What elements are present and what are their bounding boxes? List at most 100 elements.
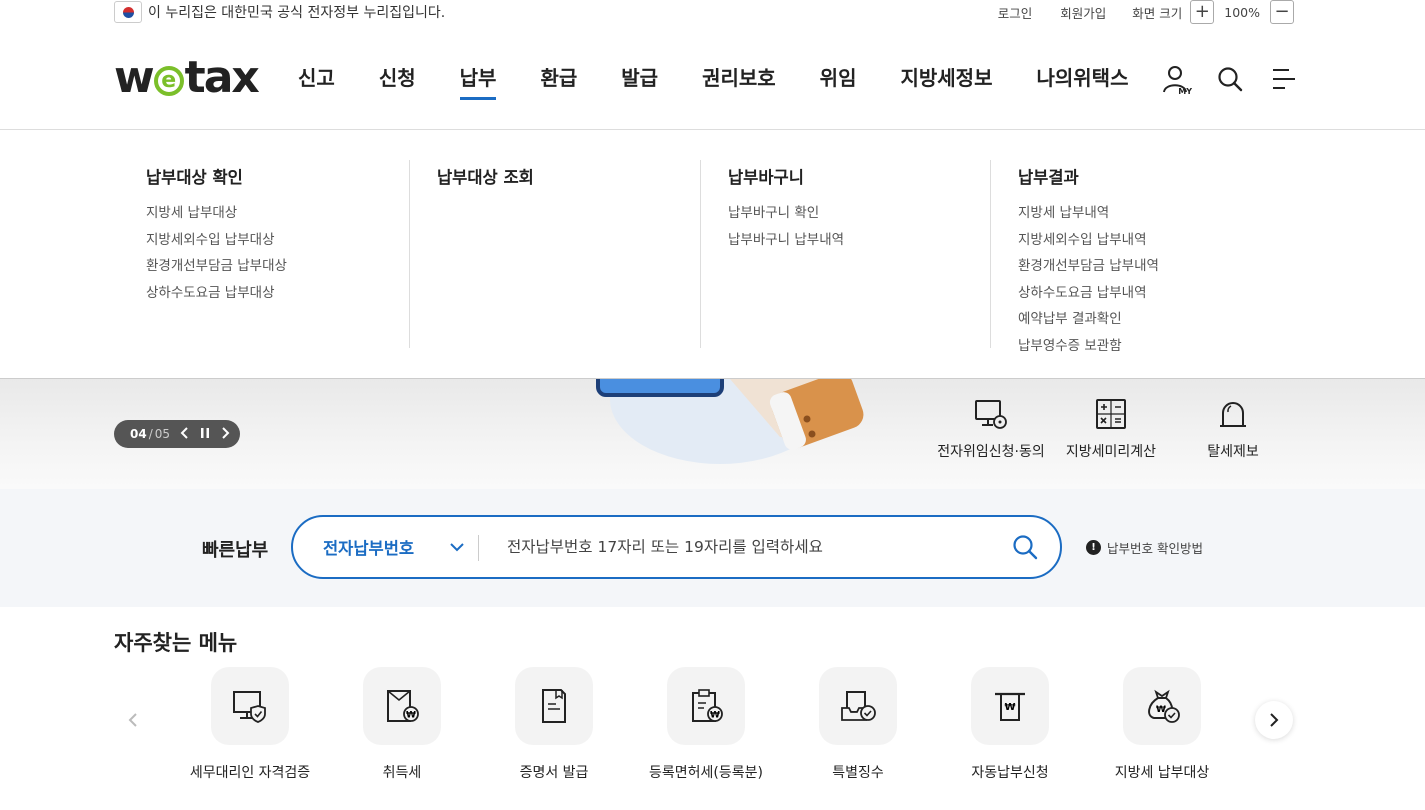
clipboard-won-icon: ₩ (667, 667, 745, 745)
nav-refund[interactable]: 환급 (540, 62, 577, 100)
envelope-won-icon: ₩ (363, 667, 441, 745)
document-icon (515, 667, 593, 745)
freq-item-auto-payment[interactable]: ₩ 자동납부신청 (934, 667, 1086, 782)
my-tag: MY (1178, 87, 1192, 96)
payment-type-value: 전자납부번호 (323, 539, 415, 558)
menu-item[interactable]: 지방세외수입 납부내역 (1018, 227, 1159, 254)
prev-slide-icon[interactable] (180, 426, 190, 442)
header-icons: MY (1160, 62, 1300, 96)
gov-notice: 이 누리집은 대한민국 공식 전자정부 누리집입니다. (114, 0, 445, 24)
fast-payment-box: 전자납부번호 (291, 515, 1062, 579)
nav-delegation[interactable]: 위임 (820, 62, 857, 100)
nav-apply[interactable]: 신청 (379, 62, 416, 100)
menu-item[interactable]: 상하수도요금 납부내역 (1018, 280, 1159, 307)
info-icon: ! (1086, 540, 1101, 555)
fast-payment-section: 빠른납부 전자납부번호 ! 납부번호 확인방법 (0, 489, 1425, 607)
hero-banner: 04 / 05 전자위임신청·동의 지방세미리계산 탈세제보 (0, 379, 1425, 489)
utility-bar: 이 누리집은 대한민국 공식 전자정부 누리집입니다. 로그인 회원가입 화면 … (0, 0, 1425, 26)
logo-text-tax: tax (184, 52, 260, 103)
menu-col-title[interactable]: 납부결과 (1018, 164, 1159, 188)
hero-illustration (596, 379, 864, 464)
signup-link[interactable]: 회원가입 (1060, 3, 1106, 22)
svg-text:₩: ₩ (1004, 702, 1015, 713)
payment-number-input[interactable] (479, 538, 990, 556)
header: w e tax 신고 신청 납부 환급 발급 권리보호 위임 지방세정보 나의위택스… (0, 26, 1425, 130)
menu-item[interactable]: 납부바구니 확인 (728, 200, 844, 227)
freq-item-acquisition-tax[interactable]: ₩ 취득세 (326, 667, 478, 782)
freq-item-registration-tax[interactable]: ₩ 등록면허세(등록분) (630, 667, 782, 782)
zoom-in-button[interactable]: + (1190, 0, 1215, 24)
menu-col-title[interactable]: 납부대상 조회 (437, 164, 534, 188)
menu-icon[interactable] (1268, 62, 1300, 96)
nav-rights[interactable]: 권리보호 (702, 62, 776, 100)
next-slide-icon[interactable] (220, 426, 230, 442)
freq-item-local-tax-targets[interactable]: ₩ 지방세 납부대상 (1086, 667, 1238, 782)
help-link-label: 납부번호 확인방법 (1107, 541, 1203, 556)
menu-item[interactable]: 지방세 납부내역 (1018, 200, 1159, 227)
chevron-down-icon (449, 537, 465, 556)
nav-local-tax-info[interactable]: 지방세정보 (900, 62, 992, 100)
nav-report[interactable]: 신고 (298, 62, 335, 100)
main-nav: 신고 신청 납부 환급 발급 권리보호 위임 지방세정보 나의위택스 (298, 62, 1128, 100)
freq-item-special-collection[interactable]: 특별징수 (782, 667, 934, 782)
banner-pager: 04 / 05 (114, 420, 240, 448)
menu-divider (990, 160, 991, 348)
freq-item-label: 증명서 발급 (519, 765, 589, 781)
freq-item-label: 취득세 (382, 765, 422, 781)
quick-link-label: 탈세제보 (1207, 444, 1259, 460)
login-link[interactable]: 로그인 (998, 3, 1033, 22)
siren-icon (1220, 402, 1246, 427)
quick-link-tax-evasion-report[interactable]: 탈세제보 (1174, 397, 1292, 461)
menu-item[interactable]: 지방세 납부대상 (146, 200, 287, 227)
freq-item-label: 세무대리인 자격검증 (189, 765, 311, 781)
freq-item-label: 특별징수 (832, 765, 884, 781)
quick-link-label: 전자위임신청·동의 (937, 444, 1045, 460)
zoom-label: 화면 크기 (1132, 5, 1183, 21)
payment-number-help-link[interactable]: ! 납부번호 확인방법 (1086, 538, 1203, 557)
pager-current: 04 (130, 427, 147, 441)
carousel-prev-button[interactable] (114, 701, 152, 739)
wetax-logo[interactable]: w e tax (114, 52, 260, 103)
korea-flag-icon (114, 1, 142, 23)
menu-item[interactable]: 환경개선부담금 납부대상 (146, 253, 287, 280)
menu-col-title[interactable]: 납부대상 확인 (146, 164, 287, 188)
logo-text-w: w (114, 52, 155, 103)
freq-item-certificate[interactable]: 증명서 발급 (478, 667, 630, 782)
svg-text:₩: ₩ (406, 711, 416, 721)
freq-item-agent-verify[interactable]: 세무대리인 자격검증 (174, 667, 326, 782)
quick-link-tax-calc[interactable]: 지방세미리계산 (1052, 397, 1170, 461)
carousel-next-button[interactable] (1255, 701, 1293, 739)
payment-type-select[interactable]: 전자납부번호 (293, 517, 479, 577)
fast-search-icon[interactable] (990, 534, 1060, 560)
pause-icon[interactable] (200, 427, 210, 442)
freq-item-label: 자동납부신청 (971, 765, 1049, 781)
menu-item[interactable]: 지방세외수입 납부대상 (146, 227, 287, 254)
util-links: 로그인 회원가입 화면 크기 + 100% − (970, 0, 1294, 24)
calculator-icon (1096, 399, 1126, 429)
zoom-out-button[interactable]: − (1270, 0, 1294, 24)
my-page-icon[interactable]: MY (1160, 62, 1192, 96)
inbox-check-icon (819, 667, 897, 745)
menu-divider (700, 160, 701, 348)
freq-item-label: 지방세 납부대상 (1114, 765, 1210, 781)
atm-won-icon: ₩ (971, 667, 1049, 745)
nav-issue[interactable]: 발급 (621, 62, 658, 100)
svg-text:₩: ₩ (710, 711, 720, 721)
menu-item[interactable]: 납부영수증 보관함 (1018, 333, 1159, 360)
menu-col-title[interactable]: 납부바구니 (728, 164, 844, 188)
menu-col-check-targets: 납부대상 확인 지방세 납부대상 지방세외수입 납부대상 환경개선부담금 납부대… (146, 160, 287, 348)
menu-item[interactable]: 상하수도요금 납부대상 (146, 280, 287, 307)
fast-payment-title: 빠른납부 (202, 540, 269, 561)
menu-col-lookup-targets: 납부대상 조회 (437, 160, 534, 348)
monitor-shield-icon (211, 667, 289, 745)
search-icon[interactable] (1214, 62, 1246, 96)
nav-my-wetax[interactable]: 나의위택스 (1036, 62, 1128, 100)
menu-item[interactable]: 예약납부 결과확인 (1018, 306, 1159, 333)
menu-col-basket: 납부바구니 납부바구니 확인 납부바구니 납부내역 (728, 160, 844, 348)
nav-payment[interactable]: 납부 (459, 62, 496, 100)
menu-item[interactable]: 환경개선부담금 납부내역 (1018, 253, 1159, 280)
menu-col-results: 납부결과 지방세 납부내역 지방세외수입 납부내역 환경개선부담금 납부내역 상… (1018, 160, 1159, 354)
quick-link-e-delegation[interactable]: 전자위임신청·동의 (932, 397, 1050, 461)
menu-item[interactable]: 납부바구니 납부내역 (728, 227, 844, 254)
logo-e-mark: e (153, 65, 184, 96)
